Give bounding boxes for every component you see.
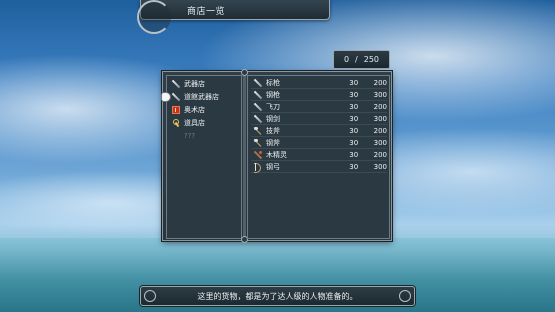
title-banner: 商店一览 [137,0,330,34]
item-name: 技斧 [266,127,280,135]
spellbook-icon [172,106,180,114]
shop-panel: 武器店 道館武器店 奥术店 道具店 ??? 标枪 30 200 钢枪 30 30… [162,69,392,243]
item-name: 钢枪 [266,91,280,99]
shop-item-list: 标枪 30 200 钢枪 30 300 飞刀 30 200 钢剑 30 300 … [247,75,390,239]
ornament-right-icon [399,290,411,302]
item-row[interactable]: 木精灵 30 200 [251,150,387,161]
category-item-weapon-shop[interactable]: 武器店 [169,78,240,90]
knife-icon [254,103,262,111]
category-item-item-shop[interactable]: 道具店 [169,117,240,129]
bow-icon [254,163,262,173]
item-qty: 30 [349,103,359,111]
item-row[interactable]: 钢弓 30 300 [251,162,387,173]
item-qty: 30 [349,79,359,87]
axe-icon [254,127,262,135]
item-price: 200 [373,127,387,135]
screen-title: 商店一览 [187,7,226,17]
sword-icon [172,80,180,88]
category-item-arcane-shop[interactable]: 奥术店 [169,104,240,116]
item-qty: 30 [349,115,359,123]
item-qty: 30 [349,151,359,159]
dialogue-message: 这里的货物，都是为了达人级的人物准备的。 [197,291,358,301]
category-label: 道館武器店 [184,93,219,101]
counter-max: 250 [363,55,380,64]
category-label: 奥术店 [184,106,205,114]
item-row[interactable]: 钢枪 30 300 [251,90,387,101]
item-price: 300 [373,163,387,171]
category-label: 武器店 [184,80,205,88]
item-name: 木精灵 [266,151,287,159]
category-label: 道具店 [184,119,205,127]
item-qty: 30 [349,91,359,99]
item-qty: 30 [349,127,359,135]
title-ornament-icon [137,0,171,34]
item-price: 300 [373,139,387,147]
item-price: 200 [373,151,387,159]
item-price: 200 [373,103,387,111]
shop-category-list: 武器店 道館武器店 奥术店 道具店 ??? [162,75,242,239]
inventory-counter: 0 / 250 [333,50,390,69]
category-item-locked[interactable]: ??? [169,130,240,142]
item-row[interactable]: 钢斧 30 300 [251,138,387,149]
staff-icon [254,151,262,159]
item-price: 300 [373,91,387,99]
ornament-left-icon [144,290,156,302]
item-price: 300 [373,115,387,123]
sword-icon [254,115,262,123]
key-icon [172,119,180,127]
item-name: 钢斧 [266,139,280,147]
item-row[interactable]: 钢剑 30 300 [251,114,387,125]
item-name: 飞刀 [266,103,280,111]
item-qty: 30 [349,139,359,147]
item-row[interactable]: 飞刀 30 200 [251,102,387,113]
item-qty: 30 [349,163,359,171]
blank-icon [172,132,180,140]
spear-icon [254,79,262,87]
pointer-hand-icon [162,93,170,101]
item-name: 钢弓 [266,163,280,171]
item-price: 200 [373,79,387,87]
item-row[interactable]: 标枪 30 200 [251,78,387,89]
axe-icon [254,139,262,147]
panel-divider [243,72,246,242]
dialogue-message-bar: 这里的货物，都是为了达人级的人物准备的。 [140,286,415,306]
item-name: 钢剑 [266,115,280,123]
sword-icon [172,93,180,101]
counter-separator: / [355,55,358,64]
item-row[interactable]: 技斧 30 200 [251,126,387,137]
category-label: ??? [184,132,196,140]
category-item-dojo-weapon-shop[interactable]: 道館武器店 [162,91,240,103]
counter-current: 0 [343,55,350,64]
spear-icon [254,91,262,99]
item-name: 标枪 [266,79,280,87]
